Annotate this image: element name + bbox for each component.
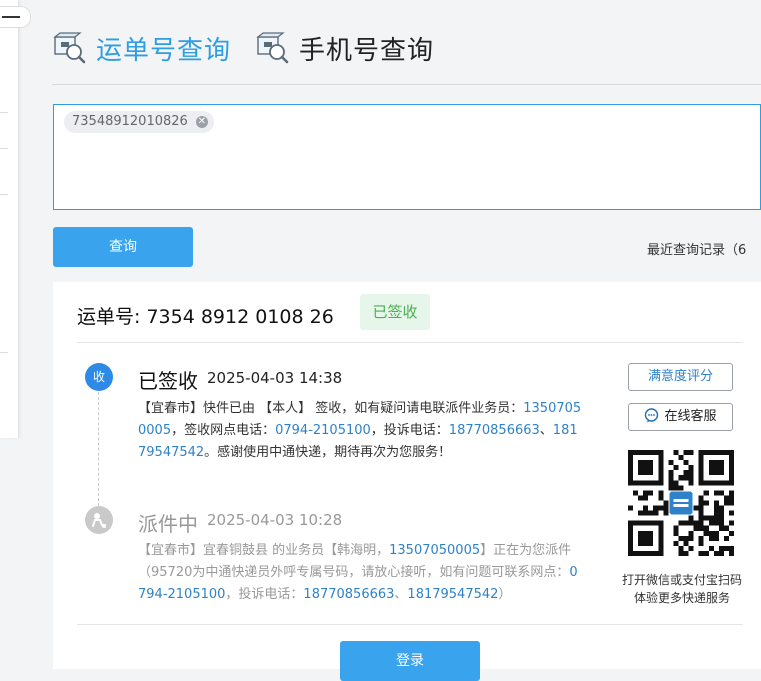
desc-text: ） [498, 587, 512, 602]
waybill-chip[interactable]: 73548912010826 ✕ [64, 111, 214, 133]
timeline-line [98, 382, 99, 506]
event-time: 2025-04-03 14:38 [207, 369, 343, 387]
parcel-search-icon [53, 32, 86, 64]
qr-code [628, 450, 734, 556]
desc-text: 、 [394, 587, 408, 602]
desc-text: ，投诉电话： [225, 587, 304, 602]
tab-phone-query[interactable]: 手机号查询 [255, 30, 434, 67]
online-service-button[interactable]: 在线客服 [628, 403, 733, 431]
tab-waybill-query[interactable]: 运单号查询 [52, 30, 231, 67]
result-card: 运单号: 7354 8912 0108 26 已签收 收 已签收 2025-04… [53, 282, 761, 681]
event-time: 2025-04-03 10:28 [207, 511, 343, 529]
qr-caption: 体验更多快递服务 [633, 591, 730, 605]
desc-text: 【宜春市】宜春铜鼓县 的业务员【韩海明， [138, 543, 390, 558]
waybill-input[interactable]: 73548912010826 ✕ [53, 104, 761, 210]
login-button[interactable]: 登录 [340, 641, 480, 681]
query-tabs: 运单号查询 手机号查询 [52, 26, 458, 70]
chat-icon [645, 408, 659, 423]
phone-link[interactable]: 18770856663 [303, 587, 394, 602]
desc-text: 、 [539, 423, 553, 438]
desc-text: ，投诉电话： [370, 423, 449, 438]
query-button[interactable]: 查询 [53, 227, 193, 267]
tab-waybill-label: 运单号查询 [96, 35, 232, 66]
divider [77, 624, 743, 625]
timeline-dot-signed: 收 [85, 363, 113, 391]
parcel-search-icon [256, 32, 289, 64]
waybill-number: 运单号: 7354 8912 0108 26 [77, 306, 334, 328]
qr-caption: 打开微信或支付宝扫码 [621, 573, 742, 587]
event-status: 已签收 [138, 369, 198, 393]
side-panel [0, 0, 31, 438]
event-description: 【宜春市】快件已由 【本人】 签收，如有疑问请电联派件业务员：135070500… [138, 398, 583, 464]
divider [0, 194, 8, 195]
phone-link[interactable]: 0794-2105100 [275, 423, 371, 438]
status-badge: 已签收 [360, 294, 430, 330]
recent-history-link[interactable]: 最近查询记录（6 [647, 239, 746, 258]
waybill-chip-text: 73548912010826 [72, 114, 188, 129]
online-service-label: 在线客服 [664, 409, 717, 424]
phone-link[interactable]: 18179547542 [407, 587, 498, 602]
desc-text: ，签收网点电话： [171, 423, 276, 438]
phone-link[interactable]: 18770856663 [449, 423, 540, 438]
remove-chip-icon[interactable]: ✕ [195, 116, 208, 128]
divider [0, 112, 8, 113]
event-description: 【宜春市】宜春铜鼓县 的业务员【韩海明，13507050005】正在为您派件（9… [138, 540, 583, 606]
phone-link[interactable]: 13507050005 [389, 543, 480, 558]
side-panel-toggle[interactable] [0, 6, 31, 28]
courier-icon [85, 506, 113, 534]
rate-button[interactable]: 满意度评分 [628, 363, 733, 391]
divider [0, 148, 8, 149]
desc-text: 。感谢使用中通快递，期待再次为您服务！ [204, 445, 452, 460]
tab-phone-label: 手机号查询 [299, 35, 435, 66]
divider [0, 352, 8, 353]
event-status: 派件中 [138, 512, 198, 536]
desc-text: 【宜春市】快件已由 【本人】 签收，如有疑问请电联派件业务员： [138, 401, 524, 416]
tabs-divider [52, 84, 761, 85]
divider [77, 342, 743, 343]
